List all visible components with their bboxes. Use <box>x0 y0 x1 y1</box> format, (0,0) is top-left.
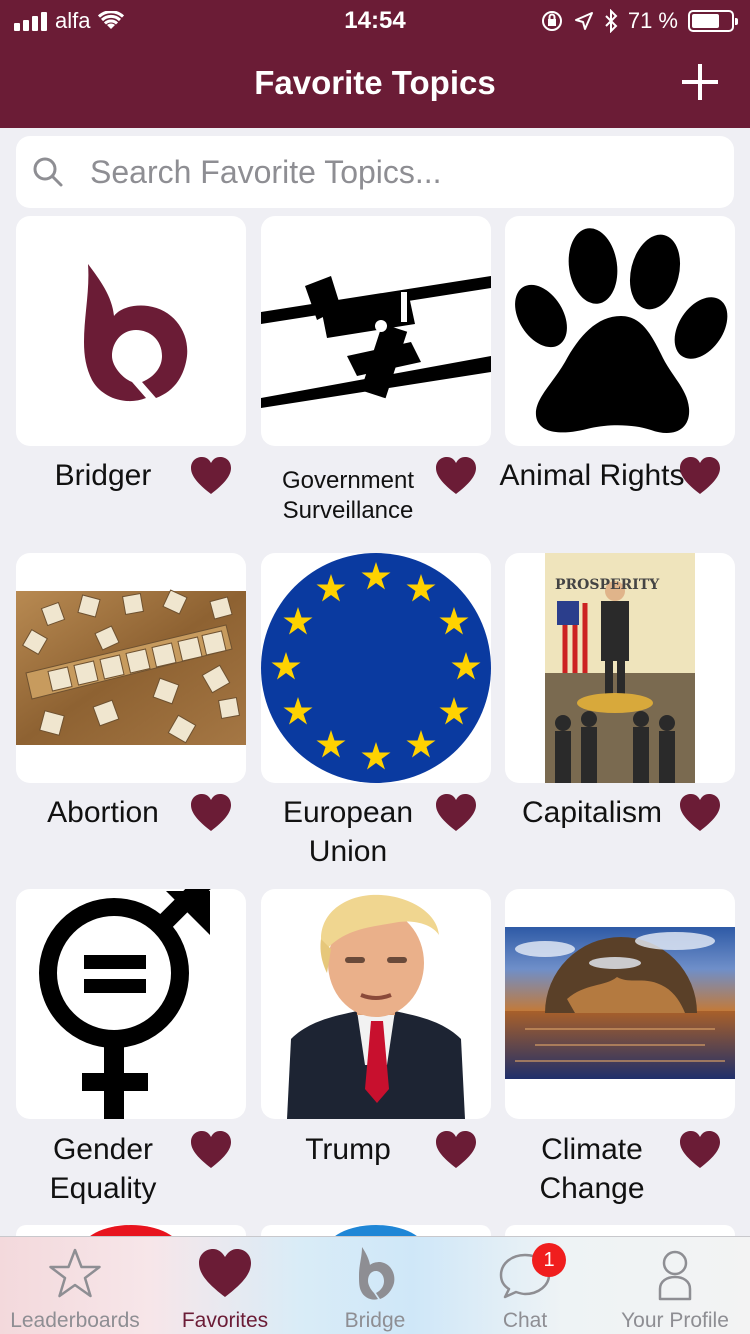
favorite-heart-icon[interactable] <box>679 456 721 496</box>
favorite-heart-icon[interactable] <box>190 1130 232 1170</box>
gender-equality-symbol <box>39 889 211 1119</box>
topic-image-government-surveillance[interactable] <box>261 216 491 446</box>
favorite-heart-icon[interactable] <box>435 1130 477 1170</box>
topic-label: Animal Rights <box>499 459 685 492</box>
tab-bar: Leaderboards Favorites Bridge 1 Chat You… <box>0 1236 750 1334</box>
topic-label: Capitalism <box>521 796 663 829</box>
tab-bridge[interactable]: Bridge <box>300 1237 450 1334</box>
tab-favorites[interactable]: Favorites <box>150 1237 300 1334</box>
svg-text:PROSPERITY: PROSPERITY <box>555 577 660 593</box>
prosperity-poster: PROSPERITY <box>545 553 695 783</box>
search-icon <box>33 157 63 187</box>
bridger-icon <box>359 1247 395 1300</box>
scrabble-tiles-photo <box>16 589 246 745</box>
paw-print <box>515 228 728 434</box>
topic-image-bridger[interactable] <box>16 216 246 446</box>
surveillance-camera <box>261 242 491 408</box>
favorite-heart-icon[interactable] <box>190 793 232 833</box>
topic-label: European Union <box>282 796 414 868</box>
favorite-heart-icon[interactable] <box>435 793 477 833</box>
tab-leaderboards[interactable]: Leaderboards <box>0 1237 150 1334</box>
navigation-header: alfa 14:54 71 % Favorite Topics <box>0 0 750 128</box>
search-input[interactable] <box>90 148 710 196</box>
tab-label: Bridge <box>344 1309 406 1332</box>
heart-icon <box>199 1249 251 1297</box>
battery-percentage: 71 % <box>627 8 678 33</box>
location-icon <box>574 12 593 30</box>
topic-label: Climate Change <box>539 1133 645 1205</box>
favorite-heart-icon[interactable] <box>679 1130 721 1170</box>
topic-image-european-union[interactable] <box>261 553 491 783</box>
topic-image-trump[interactable] <box>261 889 491 1119</box>
tab-label: Favorites <box>181 1309 269 1332</box>
tab-label: Leaderboards <box>10 1309 140 1332</box>
bluetooth-icon <box>605 9 618 33</box>
topic-label: Abortion <box>47 796 159 829</box>
person-icon <box>658 1250 692 1301</box>
sinking-earth <box>505 927 735 1079</box>
favorite-heart-icon[interactable] <box>679 793 721 833</box>
topic-label: Trump <box>305 1133 391 1166</box>
bridger-logo <box>84 264 188 402</box>
eu-flag <box>261 553 491 783</box>
battery-icon <box>688 10 738 32</box>
topic-image-abortion[interactable] <box>16 553 246 783</box>
add-topic-button[interactable] <box>682 64 718 100</box>
star-icon <box>49 1248 101 1298</box>
favorite-heart-icon[interactable] <box>435 456 477 496</box>
search-bar[interactable] <box>16 136 734 208</box>
status-bar: alfa 14:54 71 % <box>0 0 750 40</box>
tab-your-profile[interactable]: Your Profile <box>600 1237 750 1334</box>
favorite-heart-icon[interactable] <box>190 456 232 496</box>
rotation-lock-icon <box>541 11 562 31</box>
page-title: Favorite Topics <box>254 64 496 101</box>
tab-label: Chat <box>502 1309 548 1332</box>
topic-label: Government Surveillance <box>281 467 415 524</box>
tab-label: Your Profile <box>621 1309 729 1332</box>
topic-image-animal-rights[interactable] <box>505 216 735 446</box>
unread-badge: 1 <box>532 1243 566 1277</box>
tab-chat[interactable]: 1 Chat <box>450 1237 600 1334</box>
trump-portrait <box>287 894 465 1119</box>
topic-label: Bridger <box>54 459 152 492</box>
topic-image-climate-change[interactable] <box>505 889 735 1119</box>
topic-image-capitalism[interactable]: PROSPERITY <box>505 553 735 783</box>
topic-image-gender-equality[interactable] <box>16 889 246 1119</box>
topic-label: Gender Equality <box>49 1133 157 1205</box>
